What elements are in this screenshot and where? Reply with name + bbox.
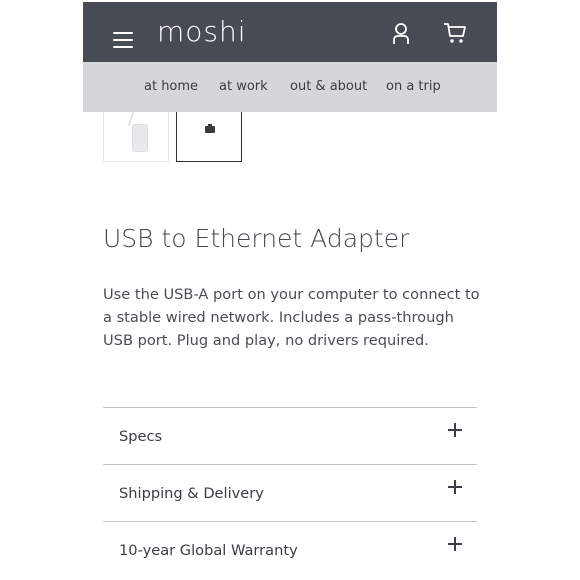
product-page: moshi at home at work out & about on a t…	[0, 0, 580, 580]
hamburger-menu-icon[interactable]	[113, 32, 133, 48]
accordion-label: Shipping & Delivery	[119, 485, 264, 502]
product-details-accordion: Specs Shipping & Delivery 10-year Global…	[103, 407, 477, 578]
nav-item-at-work[interactable]: at work	[219, 79, 268, 94]
category-nav: at home at work out & about on a trip	[83, 62, 497, 112]
accordion-shipping-delivery[interactable]: Shipping & Delivery	[103, 464, 477, 521]
moshi-logo[interactable]: moshi	[157, 14, 247, 50]
nav-item-at-home[interactable]: at home	[144, 79, 198, 94]
ethernet-port-image	[205, 124, 215, 133]
accordion-label: 10-year Global Warranty	[119, 542, 298, 559]
user-icon[interactable]	[392, 22, 410, 46]
product-title: USB to Ethernet Adapter	[103, 224, 410, 253]
accordion-label: Specs	[119, 428, 163, 445]
plus-icon[interactable]	[448, 480, 462, 494]
adapter-image	[132, 124, 148, 152]
nav-item-on-a-trip[interactable]: on a trip	[386, 79, 441, 94]
plus-icon[interactable]	[448, 423, 462, 437]
product-description: Use the USB-A port on your computer to c…	[103, 286, 480, 349]
site-header: moshi	[83, 2, 497, 62]
ethernet-port-thumbnail[interactable]	[176, 112, 242, 162]
cart-icon[interactable]	[443, 22, 467, 44]
accordion-specs[interactable]: Specs	[103, 407, 477, 464]
usb-adapter-thumbnail[interactable]	[103, 112, 169, 162]
nav-item-out-and-about[interactable]: out & about	[290, 79, 367, 94]
plus-icon[interactable]	[448, 537, 462, 551]
accordion-global-warranty[interactable]: 10-year Global Warranty	[103, 521, 477, 578]
